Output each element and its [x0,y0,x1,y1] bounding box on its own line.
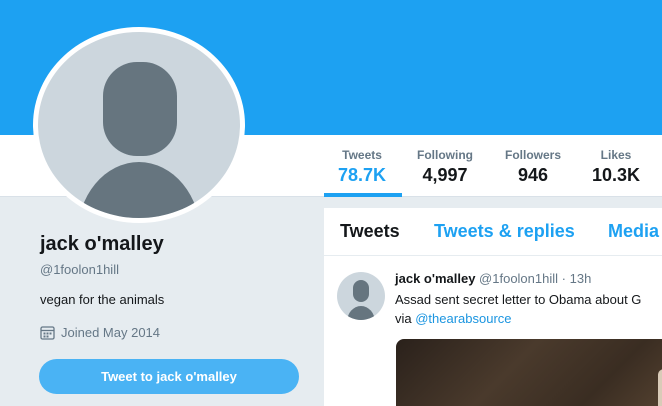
tweet-header: jack o'malley @1foolon1hill · 13h [395,271,591,286]
tweet-handle[interactable]: @1foolon1hill [479,271,558,286]
stat-label: Tweets [342,148,382,162]
active-stat-indicator [324,193,402,197]
tweet-to-button[interactable]: Tweet to jack o'malley [39,359,299,394]
tweet-body: Assad sent secret letter to Obama about … [395,292,642,307]
tweet-time[interactable]: 13h [570,271,592,286]
media-highlight [658,369,662,406]
stat-label: Following [417,148,473,162]
profile-name[interactable]: jack o'malley [40,233,164,256]
profile-avatar[interactable] [38,32,240,218]
tab-tweets-replies[interactable]: Tweets & replies [434,221,575,242]
tab-media[interactable]: Media [608,221,659,242]
stat-tweets[interactable]: Tweets 78.7K [338,148,386,186]
stat-likes[interactable]: Likes 10.3K [592,148,640,186]
timeline-tabs: Tweets Tweets & replies Media [324,208,662,256]
tab-tweets[interactable]: Tweets [340,221,400,242]
default-avatar-icon [79,62,199,218]
default-avatar-icon [347,280,375,320]
tweet-avatar[interactable] [337,272,385,320]
joined-date: Joined May 2014 [40,325,160,340]
stat-value: 4,997 [422,165,468,185]
tweet-via: via [395,311,416,326]
stat-following[interactable]: Following 4,997 [417,148,473,186]
stat-value: 78.7K [338,165,387,185]
tweet-text: Assad sent secret letter to Obama about … [395,290,641,328]
stat-value: 946 [517,165,549,185]
stat-label: Likes [600,148,632,162]
tweet-separator: · [561,271,566,286]
stat-followers[interactable]: Followers 946 [505,148,561,186]
stat-label: Followers [505,148,562,162]
tweet-mention-link[interactable]: @thearabsource [415,311,511,326]
tweet-author[interactable]: jack o'malley [395,271,475,286]
calendar-icon [40,326,55,340]
profile-bio: vegan for the animals [40,292,165,307]
tweet-item[interactable]: jack o'malley @1foolon1hill · 13h Assad … [324,257,662,406]
stat-value: 10.3K [592,165,641,185]
tweet-media-image[interactable] [396,339,662,406]
timeline: Tweets Tweets & replies Media jack o'mal… [324,208,662,406]
joined-text: Joined May 2014 [61,325,161,340]
profile-handle[interactable]: @1foolon1hill [40,262,119,277]
